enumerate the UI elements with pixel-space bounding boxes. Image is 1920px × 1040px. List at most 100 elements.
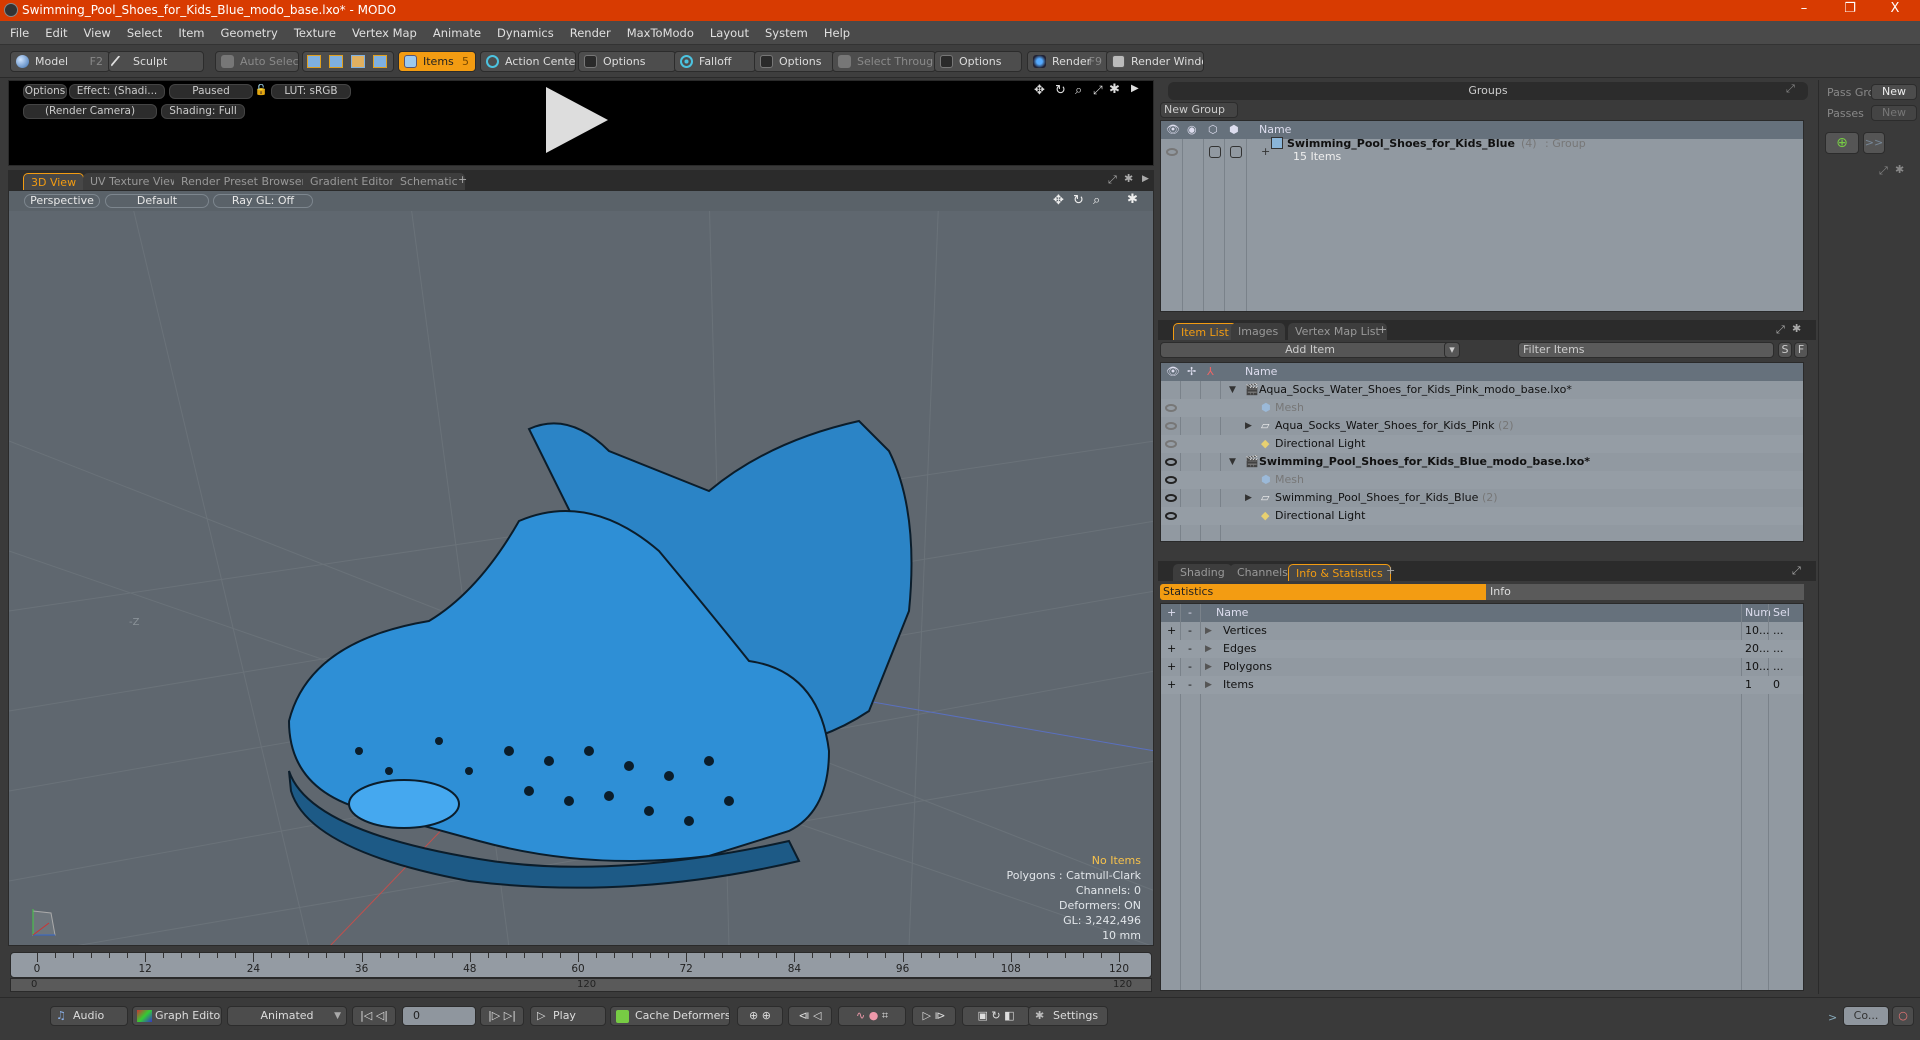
gear-icon[interactable]: ✱ <box>1895 163 1904 176</box>
curve-key-icon[interactable]: ∿ <box>856 1009 865 1022</box>
add-tab-button[interactable]: + <box>1386 564 1395 577</box>
zoom-icon[interactable]: ⌕ <box>1093 193 1100 208</box>
menu-help[interactable]: Help <box>816 21 858 45</box>
tab-uv-texture-view[interactable]: UV Texture View <box>83 173 186 190</box>
goto-start-icon[interactable]: |◁ <box>360 1009 372 1022</box>
select-through-options-button[interactable]: Options <box>934 51 1022 72</box>
items-mode-button[interactable]: Items 5 <box>398 51 476 72</box>
expand-arrow-icon[interactable]: ▶ <box>1205 676 1212 694</box>
menu-file[interactable]: File <box>0 21 37 45</box>
remove-selection-button[interactable]: - <box>1188 622 1192 640</box>
more-button[interactable]: >> <box>1863 132 1885 154</box>
expand-arrow-icon[interactable]: ▶ <box>1205 640 1212 658</box>
remove-selection-button[interactable]: - <box>1188 658 1192 676</box>
style-dropdown[interactable]: Default <box>105 194 209 208</box>
action-center-options-button[interactable]: Options <box>578 51 676 72</box>
item-list-row[interactable]: ⬢ Mesh <box>1161 399 1803 417</box>
falloff-button[interactable]: Falloff <box>674 51 756 72</box>
move-icon[interactable]: ✥ <box>1034 83 1045 98</box>
expand-arrow-icon[interactable]: ▶ <box>1205 658 1212 676</box>
gear-icon[interactable]: ✱ <box>1109 82 1120 97</box>
3d-viewport[interactable]: -Z Perspective Default Ray GL: Off ✥ ↻ ⌕… <box>8 190 1154 946</box>
item-list-row[interactable]: ⬢ Mesh <box>1161 471 1803 489</box>
paused-button[interactable]: Paused <box>169 84 253 99</box>
lock-checkbox[interactable] <box>1209 146 1221 158</box>
menu-layout[interactable]: Layout <box>702 21 757 45</box>
pan-icon[interactable]: ✥ <box>1053 193 1064 208</box>
key-channel-icon[interactable]: ◧ <box>1004 1009 1014 1022</box>
audio-button[interactable]: ♫ Audio <box>50 1006 128 1026</box>
menu-texture[interactable]: Texture <box>286 21 344 45</box>
menu-edit[interactable]: Edit <box>37 21 75 45</box>
lock-icon[interactable]: 🔓 <box>254 84 268 99</box>
add-item-dropdown-icon[interactable]: ▾ <box>1444 342 1460 358</box>
select-checkbox[interactable] <box>1230 146 1242 158</box>
lut-dropdown[interactable]: LUT: sRGB <box>271 84 351 99</box>
statistics-row[interactable]: + - ▶ Edges 20... ... <box>1161 640 1803 658</box>
new-group-button[interactable]: New Group <box>1160 102 1238 118</box>
record-macro-icon[interactable]: ○ <box>1892 1006 1914 1026</box>
visibility-eye-icon[interactable] <box>1166 148 1178 156</box>
filter-s-button[interactable]: S <box>1778 342 1792 358</box>
key-loop-icon[interactable]: ↻ <box>991 1009 1000 1022</box>
rotate-icon[interactable]: ↻ <box>1055 83 1066 98</box>
render-button[interactable]: Render F9 <box>1027 51 1109 72</box>
timeline[interactable]: 0 12 24 36 48 60 72 84 96 108 120 0 120 120 <box>8 950 1154 994</box>
group-row[interactable]: + Swimming_Pool_Shoes_for_Kids_Blue (4) … <box>1161 137 1803 169</box>
animated-dropdown[interactable]: Animated ▼ <box>227 1006 347 1026</box>
gear-icon[interactable]: ✱ <box>1124 172 1133 185</box>
maximize-icon[interactable]: ⤢ <box>1093 83 1103 98</box>
maximize-icon[interactable]: ⤢ <box>1792 564 1801 578</box>
expand-arrow-icon[interactable]: ▶ <box>1142 174 1149 184</box>
expand-arrow-icon[interactable]: ▶ <box>1205 622 1212 640</box>
gear-icon[interactable]: ✱ <box>1792 322 1801 335</box>
filter-items-input[interactable]: Filter Items <box>1518 342 1774 358</box>
materials-mode-icon[interactable] <box>373 55 387 68</box>
new-pass-button[interactable]: New <box>1871 105 1917 121</box>
play-preview-icon[interactable] <box>546 87 608 153</box>
visibility-eye-icon[interactable] <box>1165 422 1177 430</box>
prev-key-frame-icon[interactable]: ◁ <box>813 1009 821 1022</box>
remove-selection-button[interactable]: - <box>1188 676 1192 694</box>
remove-selection-button[interactable]: - <box>1188 640 1192 658</box>
add-selection-button[interactable]: + <box>1167 622 1176 640</box>
add-selection-button[interactable]: + <box>1167 658 1176 676</box>
minimize-button[interactable]: – <box>1786 1 1822 19</box>
visibility-eye-icon[interactable] <box>1165 476 1177 484</box>
menu-dynamics[interactable]: Dynamics <box>489 21 562 45</box>
auto-select-button[interactable]: Auto Select <box>215 51 299 72</box>
render-camera-dropdown[interactable]: (Render Camera) <box>23 104 157 119</box>
visibility-eye-icon[interactable] <box>1165 512 1177 520</box>
next-key-icon[interactable]: |▷ <box>488 1009 500 1022</box>
render-window-button[interactable]: Render Window <box>1106 51 1204 72</box>
item-list-row[interactable]: ▶ ▱ Swimming_Pool_Shoes_for_Kids_Blue (2) <box>1161 489 1803 507</box>
info-tab[interactable]: Info <box>1486 584 1804 600</box>
statistics-row[interactable]: + - ▶ Items 1 0 <box>1161 676 1803 694</box>
zoom-icon[interactable]: ⌕ <box>1075 83 1082 98</box>
menu-item[interactable]: Item <box>170 21 212 45</box>
expand-plus-icon[interactable]: + <box>1261 143 1270 161</box>
viewport-settings-gear-icon[interactable]: ✱ <box>1127 192 1138 207</box>
add-selection-button[interactable]: + <box>1167 676 1176 694</box>
timeline-ruler[interactable]: 0 12 24 36 48 60 72 84 96 108 120 <box>10 952 1152 978</box>
next-keyframe-icon[interactable]: ⧐ <box>934 1009 945 1022</box>
auto-key-icon[interactable]: ⌗ <box>882 1009 888 1022</box>
vertices-mode-icon[interactable] <box>307 55 321 68</box>
maximize-icon[interactable]: ⤢ <box>1879 164 1888 178</box>
menu-render[interactable]: Render <box>562 21 619 45</box>
settings-button[interactable]: ✱ Settings <box>1028 1006 1108 1026</box>
key-item-icon[interactable]: ▣ <box>977 1009 987 1022</box>
falloff-options-button[interactable]: Options <box>754 51 834 72</box>
graph-editor-button[interactable]: Graph Editor <box>132 1006 222 1026</box>
item-list-row[interactable]: ▼ 🎬 Aqua_Socks_Water_Shoes_for_Kids_Pink_m… <box>1161 381 1803 399</box>
visibility-eye-icon[interactable] <box>1165 440 1177 448</box>
visibility-eye-icon[interactable] <box>1165 404 1177 412</box>
add-pass-icon[interactable]: ⊕ <box>1825 132 1859 154</box>
key-down-icon[interactable]: ⊕ <box>762 1009 771 1022</box>
filter-f-button[interactable]: F <box>1794 342 1808 358</box>
shading-dropdown[interactable]: Shading: Full <box>161 104 245 119</box>
menu-view[interactable]: View <box>76 21 119 45</box>
menu-select[interactable]: Select <box>119 21 170 45</box>
menu-maxtomodo[interactable]: MaxToModo <box>619 21 702 45</box>
maximize-icon[interactable]: ⤢ <box>1786 82 1795 96</box>
